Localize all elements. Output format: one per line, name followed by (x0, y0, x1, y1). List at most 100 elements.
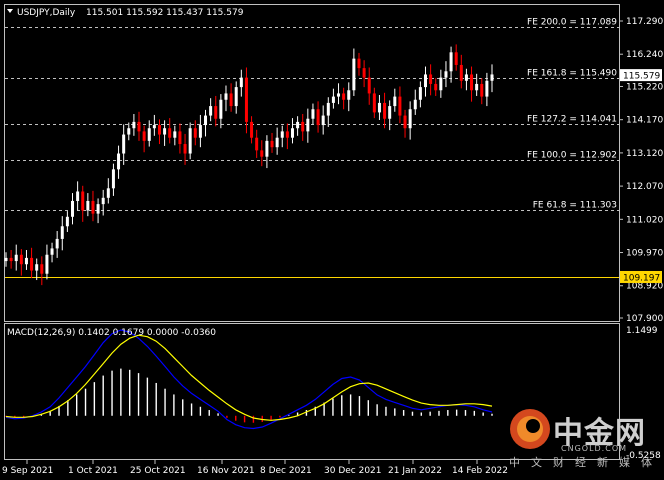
candle-body (464, 74, 468, 81)
candle-body (470, 74, 474, 91)
candle-body (377, 102, 381, 113)
candle-body (403, 115, 407, 129)
candle-body (280, 131, 284, 138)
candle-body (362, 68, 366, 78)
candle-body (224, 93, 228, 100)
candle-body (81, 191, 85, 211)
candle-body (388, 106, 392, 119)
fib-levels: FE 200.0 = 117.089 FE 161.8 = 115.490 FE 1… (5, 18, 619, 278)
candle-body (157, 125, 161, 135)
price-tick-label: 117.290 (626, 17, 663, 27)
candle-body (454, 52, 458, 65)
candle-body (142, 131, 146, 141)
candle-body (30, 257, 34, 271)
candle-body (4, 257, 8, 262)
candle-body (444, 71, 448, 78)
candle-body (111, 169, 115, 189)
fib-label: FE 200.0 = 117.089 (527, 18, 617, 28)
candle-body (275, 137, 279, 148)
candle-body (459, 64, 463, 81)
candle-body (137, 121, 141, 132)
fib-label: FE 127.2 = 114.041 (527, 115, 617, 125)
candle-body (255, 137, 259, 151)
candle-body (418, 87, 422, 100)
date-tick-label: 14 Feb 2022 (452, 466, 508, 476)
candle-body (219, 99, 223, 119)
price-pane-frame (4, 4, 620, 322)
candle-body (188, 128, 192, 154)
candle-body (65, 216, 69, 227)
candle-body (50, 248, 54, 255)
watermark-slogan: 中文财经新媒体 (509, 456, 663, 469)
macd-axis-label: 1.1499 (626, 326, 658, 336)
candle-body (229, 93, 233, 107)
candle-body (24, 257, 28, 265)
candle-body (127, 128, 131, 135)
candle-body (234, 87, 238, 107)
candle-body (168, 128, 172, 138)
watermark: 中金网 CNGOLD.COM 中文财经新媒体 (505, 404, 664, 474)
candle-body (91, 200, 95, 214)
candle-body (408, 109, 412, 129)
candle-body (163, 128, 167, 135)
fib-label: FE 161.8 = 115.490 (527, 69, 617, 79)
candle-body (35, 264, 39, 271)
ohlc-readout: 115.501 115.592 115.437 115.579 (86, 8, 244, 18)
candle-body (152, 125, 156, 129)
candle-body (76, 191, 80, 201)
candle-body (71, 200, 75, 217)
date-tick-label: 25 Oct 2021 (130, 466, 186, 476)
watermark-url: CNGOLD.COM (561, 444, 628, 453)
price-tick-label: 115.220 (626, 82, 663, 92)
candle-body (45, 254, 49, 274)
triangle-down-icon[interactable] (7, 9, 13, 13)
date-tick-label: 8 Dec 2021 (260, 466, 312, 476)
price-tick-label: 109.970 (626, 249, 663, 259)
date-tick-label: 21 Jan 2022 (388, 466, 442, 476)
date-tick-label: 9 Sep 2021 (2, 466, 53, 476)
candle-body (60, 226, 64, 239)
price-tick-label: 107.900 (626, 314, 663, 324)
date-tick-label: 1 Oct 2021 (68, 466, 118, 476)
candle-body (214, 106, 218, 119)
candle-body (449, 52, 453, 72)
candle-body (193, 128, 197, 138)
price-tick-label: 112.070 (626, 182, 663, 192)
candle-body (383, 102, 387, 119)
candle-body (244, 77, 248, 122)
current-price-label: 115.579 (623, 72, 660, 82)
candle-body (183, 144, 187, 154)
candle-body (285, 131, 289, 138)
candle-body (122, 134, 126, 154)
candle-body (352, 58, 356, 91)
date-axis[interactable]: 9 Sep 2021 1 Oct 2021 25 Oct 2021 16 Nov 20… (2, 460, 508, 476)
candle-body (434, 83, 438, 91)
candle-body (209, 106, 213, 116)
candle-body (326, 102, 330, 116)
fib-label: FE 61.8 = 111.303 (533, 201, 617, 211)
candle-body (347, 90, 351, 100)
price-axis[interactable]: 117.290 116.240 115.220 114.170 113.120 112.0… (619, 17, 663, 324)
candle-body (480, 83, 484, 97)
candle-body (311, 109, 315, 119)
cngold-logo-icon (510, 409, 550, 449)
candle-body (173, 131, 177, 138)
macd-line (5, 329, 493, 430)
candle-body (96, 204, 100, 214)
candle-body (290, 128, 294, 138)
candle-body (413, 99, 417, 110)
candle-body (321, 115, 325, 126)
macd-label: MACD(12,26,9) 0.1402 0.1679 0.0000 -0.03… (7, 328, 216, 338)
candle-body (106, 188, 110, 198)
candle-body (296, 121, 300, 129)
candle-body (301, 121, 305, 132)
candle-body (439, 77, 443, 91)
candle-body (117, 153, 121, 170)
candle-body (147, 128, 151, 141)
price-tick-label: 114.170 (626, 116, 663, 126)
price-tick-label: 116.240 (626, 50, 663, 60)
candle-body (306, 118, 310, 132)
candle-body (270, 140, 274, 148)
candle-body (357, 58, 361, 69)
candle-body (429, 74, 433, 84)
